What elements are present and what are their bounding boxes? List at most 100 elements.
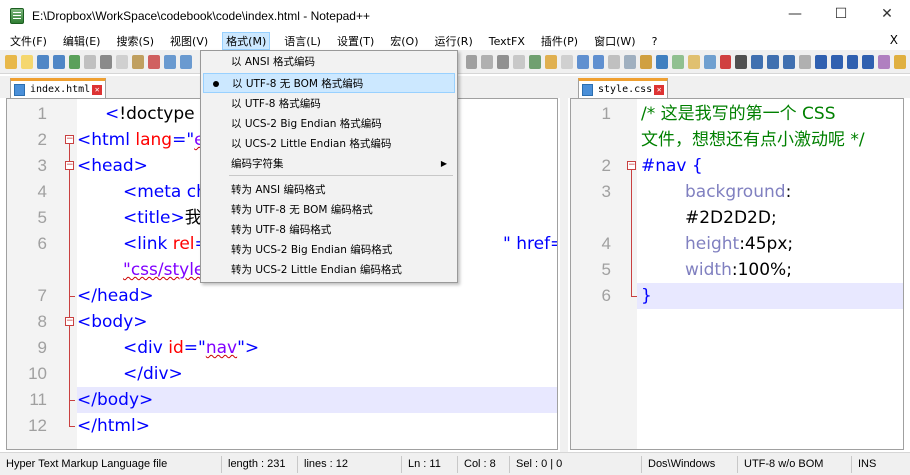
toolbar-button-icon[interactable] bbox=[68, 54, 81, 69]
menu-item[interactable]: ? bbox=[650, 34, 660, 49]
code-line[interactable]: background: bbox=[685, 179, 791, 205]
toolbar-button-icon[interactable] bbox=[5, 54, 17, 69]
code-line[interactable]: </body> bbox=[77, 387, 153, 413]
menu-item[interactable]: 宏(O) bbox=[388, 32, 420, 50]
toolbar-button-icon[interactable] bbox=[624, 54, 637, 69]
code-line[interactable]: <title>我 bbox=[123, 205, 202, 231]
close-tab-icon[interactable]: ✕ bbox=[92, 84, 103, 95]
editor-style-css[interactable]: 1/* 这是我写的第一个 CSS 文件，想想还有点小激动呢 */2 #nav {3 b… bbox=[570, 98, 904, 450]
toolbar-button-icon[interactable] bbox=[513, 54, 525, 69]
toolbar-button-icon[interactable] bbox=[687, 54, 700, 69]
format-menu-item[interactable]: 转为 UCS-2 Big Endian 编码格式 bbox=[203, 240, 455, 260]
menu-item[interactable]: 视图(V) bbox=[168, 32, 210, 50]
toolbar-button-icon[interactable] bbox=[830, 54, 843, 69]
menu-item[interactable]: TextFX bbox=[487, 34, 527, 49]
toolbar-button-icon[interactable] bbox=[735, 54, 748, 69]
format-menu-item[interactable]: 以 UCS-2 Big Endian 格式编码 bbox=[203, 114, 455, 134]
fold-toggle-icon[interactable]: − bbox=[65, 317, 74, 326]
code-line[interactable]: <div id="nav"> bbox=[123, 335, 259, 361]
format-menu-item[interactable]: 以 UTF-8 格式编码 bbox=[203, 94, 455, 114]
format-menu-item[interactable]: 转为 UTF-8 编码格式 bbox=[203, 220, 455, 240]
close-button[interactable]: ✕ bbox=[864, 0, 910, 28]
toolbar-button-icon[interactable] bbox=[878, 54, 891, 69]
code-line[interactable]: /* 这是我写的第一个 CSS bbox=[641, 101, 836, 127]
toolbar-button-icon[interactable] bbox=[894, 54, 906, 69]
fold-toggle-icon[interactable]: − bbox=[627, 161, 636, 170]
code-line[interactable]: 文件，想想还有点小激动呢 */ bbox=[641, 127, 865, 153]
code-line[interactable]: "css/style bbox=[123, 257, 204, 283]
tab-style-css[interactable]: style.css ✕ bbox=[578, 78, 669, 98]
format-menu-item[interactable]: 转为 ANSI 编码格式 bbox=[203, 180, 455, 200]
toolbar-button-icon[interactable] bbox=[560, 54, 573, 69]
menu-item[interactable]: 编辑(E) bbox=[61, 32, 103, 50]
tab-index-html[interactable]: index.html ✕ bbox=[10, 78, 107, 98]
menu-item[interactable]: 文件(F) bbox=[8, 32, 49, 50]
code-line[interactable]: #nav { bbox=[641, 153, 703, 179]
toolbar-button-icon[interactable] bbox=[783, 54, 795, 69]
toolbar-button-icon[interactable] bbox=[465, 54, 478, 69]
status-encoding[interactable]: UTF-8 w/o BOM bbox=[738, 455, 852, 473]
toolbar-button-icon[interactable] bbox=[640, 54, 652, 69]
toolbar-button-icon[interactable] bbox=[20, 54, 33, 69]
toolbar-button-icon[interactable] bbox=[132, 54, 144, 69]
fold-toggle-icon[interactable]: − bbox=[65, 161, 74, 170]
code-line[interactable]: width:100%; bbox=[685, 257, 792, 283]
toolbar-button-icon[interactable] bbox=[751, 54, 764, 69]
toolbar-button-icon[interactable] bbox=[100, 54, 113, 69]
toolbar-button-icon[interactable] bbox=[767, 54, 779, 69]
toolbar-button-icon[interactable] bbox=[36, 54, 49, 69]
toolbar-button-icon[interactable] bbox=[52, 54, 65, 69]
format-menu-item[interactable]: 以 UCS-2 Little Endian 格式编码 bbox=[203, 134, 455, 154]
menu-item[interactable]: 格式(M) bbox=[222, 32, 271, 50]
toolbar-button-icon[interactable] bbox=[814, 54, 827, 69]
split-view-divider[interactable] bbox=[560, 76, 568, 452]
format-menu-item[interactable]: 编码字符集 ▶ bbox=[203, 154, 455, 174]
menu-item[interactable]: 插件(P) bbox=[539, 32, 580, 50]
toolbar-button-icon[interactable] bbox=[163, 54, 176, 69]
code-line[interactable]: <meta ch bbox=[123, 179, 207, 205]
code-line[interactable]: <head> bbox=[77, 153, 148, 179]
format-menu-item[interactable]: 以 UTF-8 无 BOM 格式编码 bbox=[203, 73, 455, 93]
toolbar-button-icon[interactable] bbox=[116, 54, 128, 69]
code-line[interactable]: </head> bbox=[77, 283, 154, 309]
code-line[interactable]: <link rel=" href= bbox=[123, 231, 557, 257]
menu-item[interactable]: 运行(R) bbox=[433, 32, 475, 50]
code-line[interactable]: } bbox=[641, 283, 652, 309]
toolbar-button-icon[interactable] bbox=[529, 54, 541, 69]
close-document-button[interactable]: X bbox=[890, 33, 898, 47]
code-line[interactable]: </div> bbox=[123, 361, 183, 387]
toolbar-button-icon[interactable] bbox=[608, 54, 621, 69]
menu-item[interactable]: 窗口(W) bbox=[592, 32, 637, 50]
toolbar-button-icon[interactable] bbox=[497, 54, 510, 69]
toolbar-button-icon[interactable] bbox=[592, 54, 605, 69]
toolbar-button-icon[interactable] bbox=[147, 54, 160, 69]
maximize-button[interactable]: ☐ bbox=[818, 0, 864, 28]
menu-item[interactable]: 搜索(S) bbox=[114, 32, 156, 50]
close-tab-icon[interactable]: ✕ bbox=[654, 84, 665, 95]
status-insert-mode[interactable]: INS bbox=[852, 456, 882, 473]
toolbar-button-icon[interactable] bbox=[84, 54, 97, 69]
menu-item[interactable]: 设置(T) bbox=[335, 32, 376, 50]
toolbar-button-icon[interactable] bbox=[798, 54, 811, 69]
toolbar-button-icon[interactable] bbox=[846, 54, 859, 69]
format-menu-item[interactable]: 以 ANSI 格式编码 bbox=[203, 52, 455, 72]
code-line[interactable]: <html lang="e bbox=[77, 127, 205, 153]
minimize-button[interactable]: — bbox=[772, 0, 818, 28]
code-line[interactable]: #2D2D2D; bbox=[685, 205, 777, 231]
menu-item[interactable]: 语言(L) bbox=[282, 32, 323, 50]
toolbar-button-icon[interactable] bbox=[179, 54, 192, 69]
format-menu-item[interactable]: 转为 UTF-8 无 BOM 编码格式 bbox=[203, 200, 455, 220]
toolbar-button-icon[interactable] bbox=[481, 54, 494, 69]
toolbar-button-icon[interactable] bbox=[719, 54, 732, 69]
toolbar-button-icon[interactable] bbox=[703, 54, 716, 69]
code-line[interactable]: height:45px; bbox=[685, 231, 793, 257]
toolbar-button-icon[interactable] bbox=[656, 54, 668, 69]
format-menu-item[interactable]: 转为 UCS-2 Little Endian 编码格式 bbox=[203, 260, 455, 280]
fold-toggle-icon[interactable]: − bbox=[65, 135, 74, 144]
toolbar-button-icon[interactable] bbox=[671, 54, 684, 69]
toolbar-button-icon[interactable] bbox=[862, 54, 875, 69]
toolbar-button-icon[interactable] bbox=[576, 54, 589, 69]
code-line[interactable]: <body> bbox=[77, 309, 148, 335]
toolbar-button-icon[interactable] bbox=[544, 54, 557, 69]
code-line[interactable]: </html> bbox=[77, 413, 150, 439]
